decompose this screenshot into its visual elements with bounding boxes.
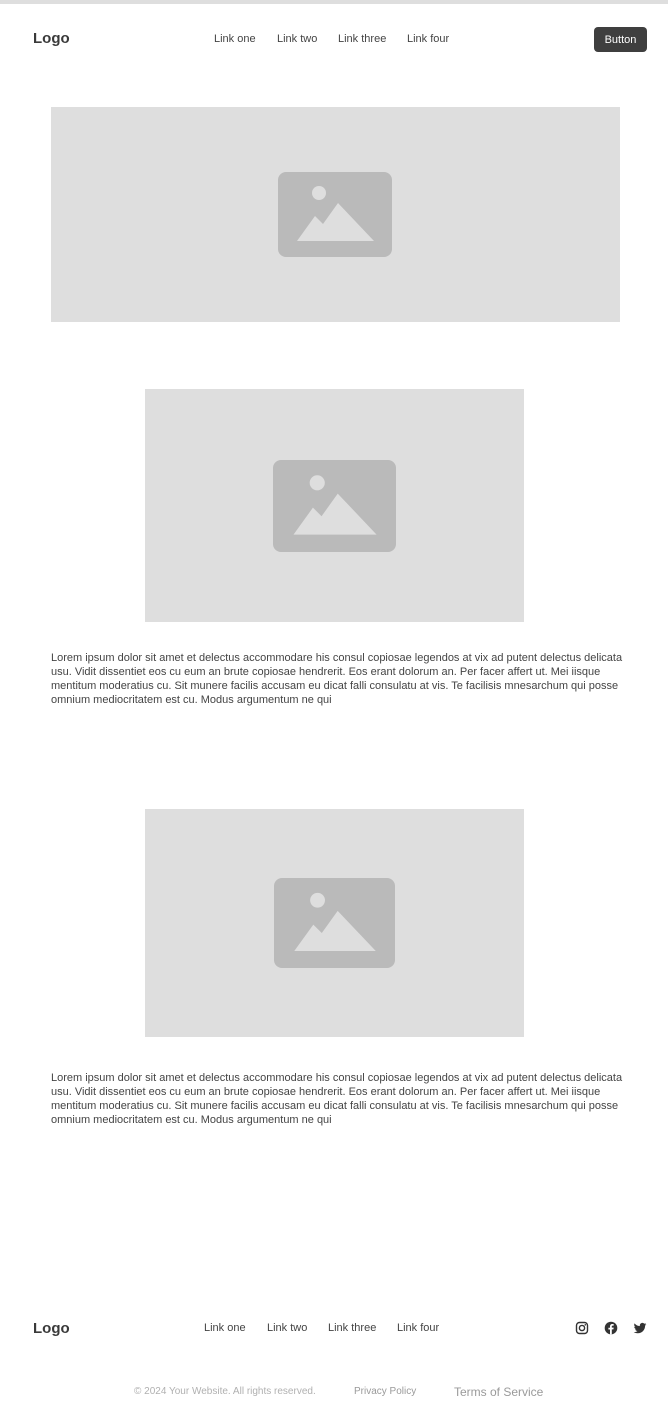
twitter-icon[interactable]: [633, 1321, 647, 1335]
image-placeholder-icon: [273, 460, 396, 552]
image-placeholder-icon: [278, 172, 392, 257]
section-one-image-placeholder: [145, 389, 524, 622]
header-logo[interactable]: Logo: [33, 30, 70, 47]
footer-link-one[interactable]: Link one: [204, 1322, 246, 1334]
footer-logo[interactable]: Logo: [33, 1320, 70, 1337]
instagram-icon[interactable]: [575, 1321, 589, 1335]
nav-link-one[interactable]: Link one: [214, 33, 256, 45]
section-two-image-placeholder: [145, 809, 524, 1037]
section-two-text: Lorem ipsum dolor sit amet et delectus a…: [51, 1072, 623, 1126]
footer-link-three[interactable]: Link three: [328, 1322, 376, 1334]
footer-link-four[interactable]: Link four: [397, 1322, 439, 1334]
footer-link-two[interactable]: Link two: [267, 1322, 307, 1334]
nav-link-four[interactable]: Link four: [407, 33, 449, 45]
nav-link-three[interactable]: Link three: [338, 33, 386, 45]
top-border: [0, 0, 668, 4]
image-placeholder-icon: [274, 878, 395, 968]
copyright-text: © 2024 Your Website. All rights reserved…: [134, 1386, 316, 1397]
header-button[interactable]: Button: [594, 27, 647, 52]
facebook-icon[interactable]: [604, 1321, 618, 1335]
section-one-text: Lorem ipsum dolor sit amet et delectus a…: [51, 652, 623, 706]
privacy-policy-link[interactable]: Privacy Policy: [354, 1386, 416, 1397]
nav-link-two[interactable]: Link two: [277, 33, 317, 45]
hero-image-placeholder: [51, 107, 620, 322]
terms-of-service-link[interactable]: Terms of Service: [454, 1385, 543, 1399]
